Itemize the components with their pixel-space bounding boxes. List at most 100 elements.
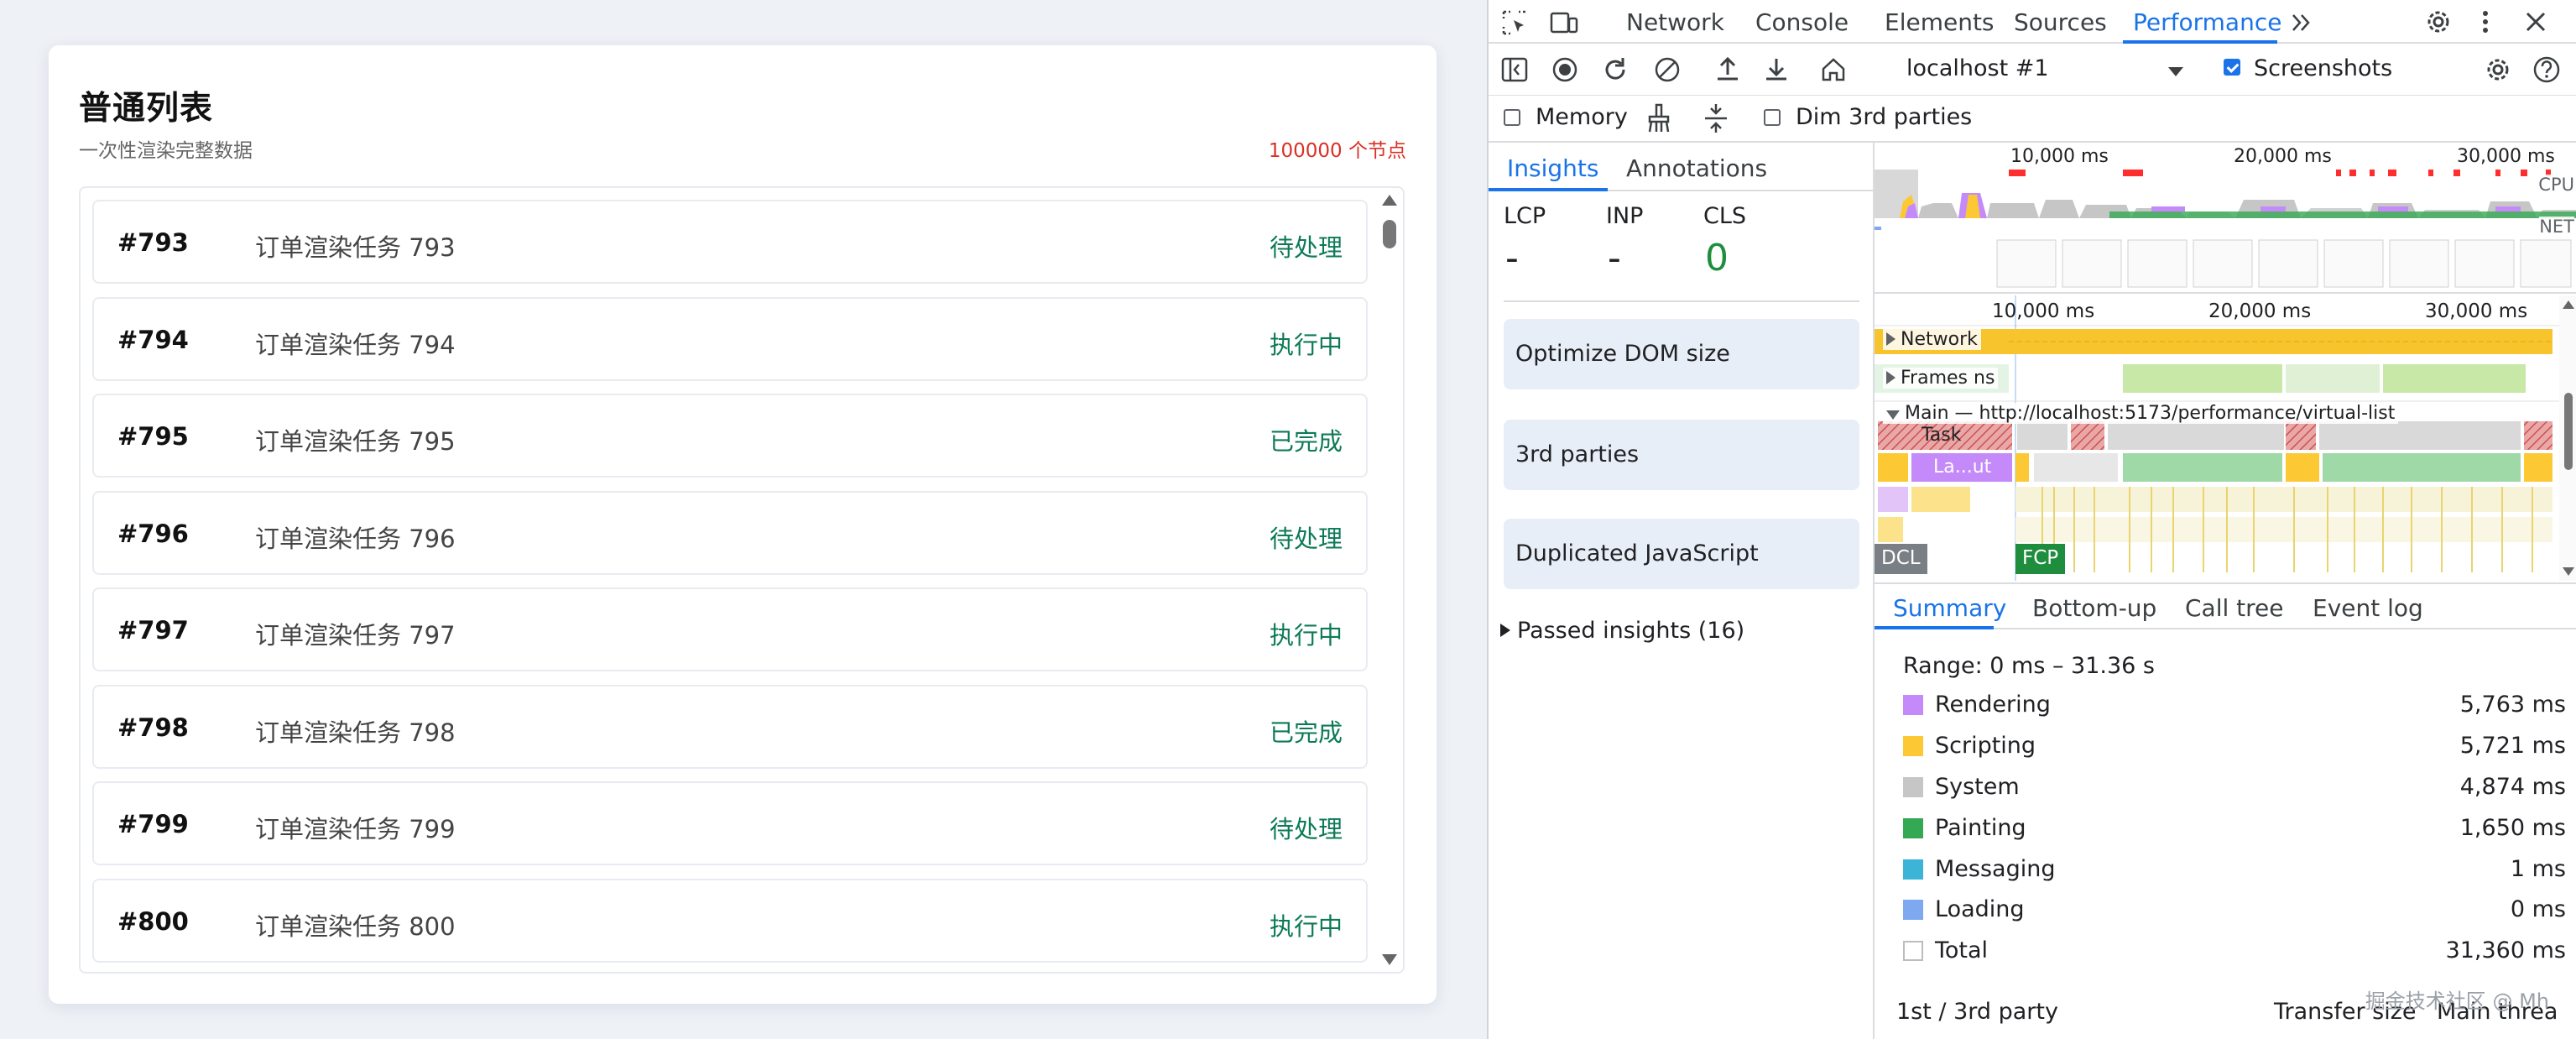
category-color-swatch bbox=[1903, 777, 1923, 797]
scroll-up-arrow-icon[interactable] bbox=[2563, 300, 2574, 309]
item-id: #795 bbox=[117, 422, 189, 451]
tab-annotations[interactable]: Annotations bbox=[1626, 154, 1767, 182]
device-toolbar-icon[interactable] bbox=[1549, 8, 1579, 37]
tab-summary[interactable]: Summary bbox=[1893, 594, 2006, 622]
category-time: 0 ms bbox=[2510, 896, 2566, 922]
category-color-swatch bbox=[1903, 900, 1923, 920]
network-screenshots-strip bbox=[1875, 218, 2576, 290]
main-track-header[interactable]: Main — http://localhost:5173/performance… bbox=[1883, 403, 2399, 424]
category-color-swatch bbox=[1903, 695, 1923, 715]
collect-garbage-broom-icon[interactable] bbox=[1645, 102, 1673, 134]
scrollbar-thumb[interactable] bbox=[1383, 220, 1396, 248]
category-color-swatch bbox=[1903, 736, 1923, 756]
reload-record-icon[interactable] bbox=[1601, 55, 1630, 84]
toggle-sidebar-icon[interactable] bbox=[1500, 55, 1529, 84]
page-subtitle: 一次性渲染完整数据 bbox=[79, 140, 253, 162]
list-item[interactable]: #794 订单渲染任务 794 执行中 bbox=[92, 296, 1368, 381]
tab-event-log[interactable]: Event log bbox=[2313, 594, 2423, 622]
summary-category-row: Rendering 5,763 ms bbox=[1903, 688, 2566, 722]
network-track-header[interactable]: Network bbox=[1883, 329, 1981, 350]
performance-toolbar-secondary: Memory Dim 3rd parties bbox=[1489, 96, 2576, 143]
more-tabs-chevron-icon[interactable] bbox=[2289, 10, 2314, 35]
overview-tick: 30,000 ms bbox=[2457, 146, 2555, 167]
item-id: #799 bbox=[117, 810, 189, 838]
tab-console[interactable]: Console bbox=[1755, 8, 1849, 36]
list-scrollbar[interactable] bbox=[1376, 188, 1403, 972]
item-name: 订单渲染任务 796 bbox=[255, 524, 456, 553]
tab-performance[interactable]: Performance bbox=[2133, 8, 2281, 36]
close-devtools-icon[interactable] bbox=[2522, 8, 2549, 35]
list-item[interactable]: #797 订单渲染任务 797 执行中 bbox=[92, 587, 1368, 671]
summary-category-row: Messaging 1 ms bbox=[1903, 853, 2566, 886]
flame-chart-scrollbar[interactable] bbox=[2559, 295, 2576, 581]
performance-timeline[interactable]: 10,000 ms 20,000 ms 30,000 ms CPU NET 10… bbox=[1875, 143, 2576, 581]
devtools-panel: Network Console Elements Sources Perform… bbox=[1487, 0, 2576, 1039]
timeline-overview[interactable]: 10,000 ms 20,000 ms 30,000 ms CPU NET bbox=[1875, 143, 2576, 294]
list-scroll-container[interactable]: #793 订单渲染任务 793 待处理 #794 订单渲染任务 794 执行中 … bbox=[79, 186, 1405, 974]
page-title: 普通列表 bbox=[79, 90, 214, 128]
target-dropdown-chevron-icon[interactable] bbox=[2168, 67, 2183, 76]
capture-settings-gear-icon[interactable] bbox=[2484, 55, 2512, 84]
virtual-list-demo-app: 普通列表 一次性渲染完整数据 100000 个节点 #793 订单渲染任务 79… bbox=[0, 0, 1487, 1039]
list-item[interactable]: #796 订单渲染任务 796 待处理 bbox=[92, 490, 1368, 575]
tab-insights[interactable]: Insights bbox=[1507, 154, 1598, 182]
screenshots-checkbox[interactable] bbox=[2224, 59, 2240, 76]
more-options-kebab-icon[interactable] bbox=[2477, 7, 2494, 37]
list-item[interactable]: #795 订单渲染任务 795 已完成 bbox=[92, 394, 1368, 478]
insight-card-duplicated-javascript[interactable]: Duplicated JavaScript bbox=[1504, 519, 1859, 589]
scroll-down-arrow-icon[interactable] bbox=[1382, 954, 1397, 965]
insights-sidebar: Insights Annotations LCP - INP - CLS 0 O… bbox=[1489, 143, 1875, 1039]
tab-bottom-up[interactable]: Bottom-up bbox=[2032, 594, 2156, 622]
item-id: #793 bbox=[117, 228, 189, 257]
list-item[interactable]: #800 订单渲染任务 800 执行中 bbox=[92, 878, 1368, 963]
download-profile-icon[interactable] bbox=[1762, 55, 1791, 84]
item-name: 订单渲染任务 799 bbox=[255, 815, 456, 843]
party-column-header[interactable]: 1st / 3rd party bbox=[1896, 999, 2058, 1025]
item-id: #797 bbox=[117, 616, 189, 645]
tab-network[interactable]: Network bbox=[1626, 8, 1724, 36]
item-name: 订单渲染任务 793 bbox=[255, 233, 456, 262]
list-item[interactable]: #799 订单渲染任务 799 待处理 bbox=[92, 781, 1368, 865]
category-time: 31,360 ms bbox=[2445, 937, 2566, 963]
overview-tick: 20,000 ms bbox=[2234, 146, 2332, 167]
frames-track-header[interactable]: Frames ns bbox=[1883, 368, 1999, 389]
insight-card-optimize-dom-size[interactable]: Optimize DOM size bbox=[1504, 319, 1859, 389]
item-id: #800 bbox=[117, 906, 189, 936]
collapse-tracks-icon[interactable] bbox=[1702, 102, 1730, 134]
tab-elements[interactable]: Elements bbox=[1885, 8, 1995, 36]
dim-3rd-parties-checkbox[interactable] bbox=[1764, 109, 1781, 126]
clear-icon[interactable] bbox=[1653, 55, 1682, 84]
inspect-element-icon[interactable] bbox=[1500, 8, 1529, 37]
tab-call-tree[interactable]: Call tree bbox=[2185, 594, 2284, 622]
category-name: Rendering bbox=[1935, 692, 2051, 718]
divider bbox=[1504, 300, 1859, 302]
main-flame-chart[interactable]: 10,000 ms 20,000 ms 30,000 ms Network Fr… bbox=[1875, 295, 2576, 581]
insight-card-3rd-parties[interactable]: 3rd parties bbox=[1504, 420, 1859, 490]
item-name: 订单渲染任务 794 bbox=[255, 330, 456, 359]
collapsed-triangle-icon bbox=[1886, 332, 1895, 346]
memory-label: Memory bbox=[1536, 104, 1628, 130]
passed-insights-toggle[interactable]: Passed insights (16) bbox=[1500, 618, 1744, 644]
home-icon[interactable] bbox=[1819, 55, 1848, 84]
metric-cls-value: 0 bbox=[1705, 237, 1729, 279]
target-select[interactable]: localhost #1 bbox=[1906, 55, 2049, 81]
fcp-marker[interactable]: FCP bbox=[2015, 544, 2066, 574]
upload-profile-icon[interactable] bbox=[1713, 55, 1742, 84]
record-icon[interactable] bbox=[1551, 55, 1579, 84]
tab-sources[interactable]: Sources bbox=[2014, 8, 2107, 36]
scroll-down-arrow-icon[interactable] bbox=[2563, 567, 2574, 576]
flame-scrollbar-thumb[interactable] bbox=[2564, 393, 2573, 470]
settings-gear-icon[interactable] bbox=[2423, 7, 2453, 37]
screenshots-label: Screenshots bbox=[2254, 55, 2393, 81]
list-items: #793 订单渲染任务 793 待处理 #794 订单渲染任务 794 执行中 … bbox=[92, 200, 1368, 972]
memory-checkbox[interactable] bbox=[1504, 109, 1520, 126]
scroll-up-arrow-icon[interactable] bbox=[1382, 195, 1397, 206]
item-status: 执行中 bbox=[1269, 330, 1343, 359]
list-item[interactable]: #793 订单渲染任务 793 待处理 bbox=[92, 200, 1368, 284]
item-status: 已完成 bbox=[1269, 718, 1343, 747]
dcl-marker[interactable]: DCL bbox=[1875, 544, 1927, 574]
list-item[interactable]: #798 订单渲染任务 798 已完成 bbox=[92, 684, 1368, 769]
help-icon[interactable] bbox=[2532, 55, 2561, 84]
node-count-badge: 100000 个节点 bbox=[1268, 140, 1406, 162]
expand-triangle-icon bbox=[1500, 624, 1510, 637]
